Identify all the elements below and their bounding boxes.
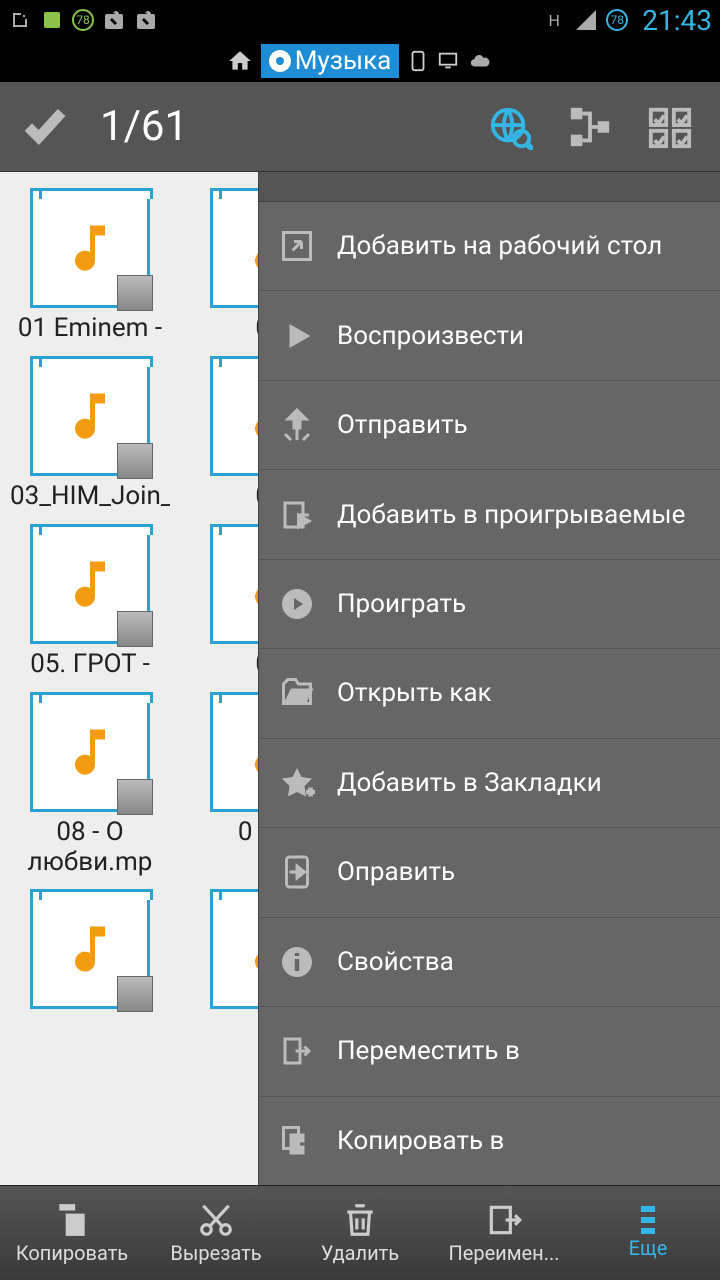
status-usb-icon bbox=[8, 8, 32, 32]
selection-count: 1/61 bbox=[100, 102, 188, 151]
note-icon bbox=[60, 717, 120, 787]
context-menu-item[interactable]: Отправить bbox=[259, 381, 720, 470]
context-menu-item[interactable]: Проиграть bbox=[259, 560, 720, 649]
file-item[interactable]: 08 - О любви.mp bbox=[0, 686, 180, 884]
open-as-icon bbox=[277, 673, 317, 713]
context-menu-item[interactable]: Свойства bbox=[259, 918, 720, 1007]
context-menu-label: Воспроизвести bbox=[337, 321, 524, 351]
sd-badge-icon bbox=[117, 611, 153, 647]
sd-badge-icon bbox=[117, 275, 153, 311]
bottom-bar-item[interactable]: Копировать bbox=[0, 1186, 144, 1280]
context-menu-label: Добавить на рабочий стол bbox=[337, 231, 662, 261]
home-icon[interactable] bbox=[227, 48, 253, 74]
file-item[interactable]: 05. ГРОТ - bbox=[0, 518, 180, 686]
bottom-action-bar: Копировать Вырезать Удалить Переимен... … bbox=[0, 1185, 720, 1280]
bottom-bar-item[interactable]: Удалить bbox=[288, 1186, 432, 1280]
file-item[interactable]: 03_HIM_Join_me_in_ bbox=[0, 350, 180, 518]
select-all-button[interactable] bbox=[20, 100, 70, 154]
bottom-bar-label: Копировать bbox=[16, 1241, 128, 1265]
move-to-icon bbox=[277, 1031, 317, 1071]
share-icon bbox=[277, 405, 317, 445]
note-icon bbox=[60, 381, 120, 451]
status-time: 21:43 bbox=[642, 4, 712, 37]
context-menu-label: Открыть как bbox=[337, 678, 492, 708]
info-icon bbox=[277, 942, 317, 982]
status-app-icon bbox=[40, 8, 64, 32]
bookmark-add-icon bbox=[277, 763, 317, 803]
bottom-bar-item[interactable]: Переимен... bbox=[432, 1186, 576, 1280]
music-file-icon bbox=[30, 188, 150, 308]
status-bag-icon bbox=[102, 8, 126, 32]
context-menu-item[interactable]: Открыть как bbox=[259, 649, 720, 738]
copy-to-icon bbox=[277, 1121, 317, 1161]
bottom-bar-label: Переимен... bbox=[448, 1241, 559, 1265]
context-menu-label: Оправить bbox=[337, 857, 455, 887]
context-menu-item[interactable]: Оправить bbox=[259, 828, 720, 917]
rename-icon bbox=[485, 1201, 523, 1239]
file-name: 08 - О любви.mp bbox=[10, 818, 170, 878]
status-bar: 78 H 78 21:43 bbox=[0, 0, 720, 40]
play-icon bbox=[277, 316, 317, 356]
send-icon bbox=[277, 852, 317, 892]
pc-icon[interactable] bbox=[437, 50, 459, 72]
music-file-icon bbox=[30, 524, 150, 644]
music-file-icon bbox=[30, 692, 150, 812]
sd-badge-icon bbox=[117, 443, 153, 479]
note-icon bbox=[60, 549, 120, 619]
file-name: 05. ГРОТ - bbox=[30, 650, 150, 680]
note-icon bbox=[60, 914, 120, 984]
status-network-type-icon: H bbox=[542, 8, 566, 32]
context-menu-label: Проиграть bbox=[337, 589, 466, 619]
music-tab[interactable]: Музыка bbox=[261, 44, 400, 78]
context-menu-item[interactable]: Воспроизвести bbox=[259, 291, 720, 380]
bottom-bar-label: Вырезать bbox=[170, 1241, 261, 1265]
context-menu-item[interactable]: Переместить в bbox=[259, 1007, 720, 1096]
delete-icon bbox=[341, 1201, 379, 1239]
view-grid-button[interactable] bbox=[640, 97, 700, 157]
context-menu-label: Копировать в bbox=[337, 1126, 504, 1156]
shortcut-icon bbox=[277, 226, 317, 266]
selection-toolbar: 1/61 bbox=[0, 82, 720, 172]
file-name: 03_HIM_Join_me_in_ bbox=[10, 482, 170, 512]
bottom-bar-label: Еще bbox=[629, 1236, 668, 1260]
bottom-bar-item[interactable]: Еще bbox=[576, 1186, 720, 1280]
device-icon[interactable] bbox=[407, 50, 429, 72]
music-file-icon bbox=[30, 356, 150, 476]
view-tree-button[interactable] bbox=[560, 97, 620, 157]
context-menu-label: Добавить в Закладки bbox=[337, 768, 602, 798]
play-circle-icon bbox=[277, 584, 317, 624]
playlist-add-icon bbox=[277, 495, 317, 535]
note-icon bbox=[60, 213, 120, 283]
context-menu-item[interactable]: Копировать в bbox=[259, 1097, 720, 1185]
sd-badge-icon bbox=[117, 779, 153, 815]
status-battery-icon: 78 bbox=[606, 9, 628, 31]
context-menu-item[interactable]: Добавить в проигрываемые bbox=[259, 470, 720, 559]
copy-icon bbox=[53, 1201, 91, 1239]
status-battery-circle-icon: 78 bbox=[72, 9, 94, 31]
context-menu-header bbox=[259, 172, 720, 202]
more-icon bbox=[641, 1206, 655, 1234]
status-signal-icon bbox=[574, 8, 598, 32]
file-item[interactable] bbox=[0, 883, 180, 1021]
bottom-bar-item[interactable]: Вырезать bbox=[144, 1186, 288, 1280]
cloud-icon[interactable] bbox=[467, 50, 493, 72]
context-menu-label: Переместить в bbox=[337, 1036, 520, 1066]
music-file-icon bbox=[30, 889, 150, 1009]
location-bar: Музыка bbox=[0, 40, 720, 82]
context-menu-label: Отправить bbox=[337, 410, 468, 440]
music-tab-label: Музыка bbox=[295, 46, 392, 76]
sd-badge-icon bbox=[117, 976, 153, 1012]
context-menu-label: Добавить в проигрываемые bbox=[337, 500, 685, 530]
file-item[interactable]: 01 Eminem - bbox=[0, 182, 180, 350]
context-menu-item[interactable]: Добавить в Закладки bbox=[259, 739, 720, 828]
search-web-button[interactable] bbox=[480, 97, 540, 157]
status-bag2-icon bbox=[134, 8, 158, 32]
cut-icon bbox=[197, 1201, 235, 1239]
bottom-bar-label: Удалить bbox=[321, 1241, 399, 1265]
disc-icon bbox=[269, 50, 291, 72]
context-menu-label: Свойства bbox=[337, 947, 454, 977]
file-name: 01 Eminem - bbox=[18, 314, 162, 344]
context-menu-item[interactable]: Добавить на рабочий стол bbox=[259, 202, 720, 291]
context-menu: Добавить на рабочий стол Воспроизвести О… bbox=[258, 172, 720, 1185]
